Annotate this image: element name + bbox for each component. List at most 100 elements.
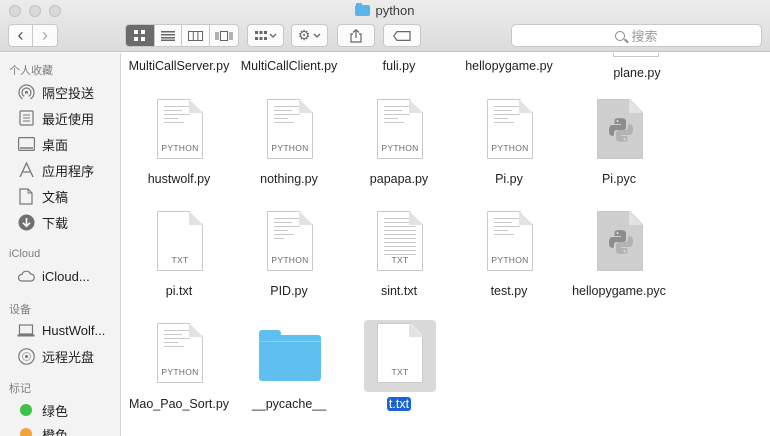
share-icon <box>350 28 362 43</box>
file-item[interactable]: PYTHON papapa.py <box>344 99 454 189</box>
sidebar-item-remote-disc[interactable]: 远程光盘 <box>17 345 94 367</box>
group-icon <box>254 30 276 40</box>
file-item[interactable]: PYTHON Pi.py <box>454 99 564 189</box>
sidebar-item-applications[interactable]: 应用程序 <box>17 159 94 181</box>
favorites-section-title: 个人收藏 <box>9 65 53 77</box>
share-button[interactable] <box>337 24 375 47</box>
sidebar-item-tag-orange[interactable]: 橙色 <box>17 423 68 436</box>
text-file-icon: TXT <box>157 211 203 271</box>
file-type-label: PYTHON <box>161 143 199 153</box>
sidebar-item-downloads[interactable]: 下载 <box>17 211 68 233</box>
python-file-icon: PYTHON <box>157 99 203 159</box>
sidebar-item-label: 应用程序 <box>42 163 95 179</box>
action-menu-button[interactable]: ⚙ <box>291 24 328 47</box>
grid-icon <box>134 30 146 41</box>
orange-tag-icon <box>17 425 35 436</box>
documents-icon <box>17 187 35 205</box>
file-name: plane.py <box>613 66 661 80</box>
file-item[interactable]: TXT pi.txt <box>124 211 234 301</box>
python-compiled-file-icon <box>597 99 643 159</box>
file-item[interactable]: MultiCallClient.py <box>234 53 344 73</box>
sidebar-item-icloud-drive[interactable]: iCloud... <box>17 265 90 287</box>
applications-icon <box>17 161 35 179</box>
icon-view-button[interactable] <box>126 25 155 46</box>
file-name: nothing.py <box>260 172 318 186</box>
sidebar-item-label: 隔空投送 <box>42 85 95 101</box>
airdrop-icon <box>17 83 35 101</box>
file-browser: MultiCallServer.py MultiCallClient.py fu… <box>122 53 770 436</box>
devices-section-title: 设备 <box>9 304 31 316</box>
file-item-selected[interactable]: TXT t.txt <box>344 320 454 413</box>
file-name: MultiCallClient.py <box>240 59 338 73</box>
sidebar-item-tag-green[interactable]: 绿色 <box>17 399 68 421</box>
window-toolbar: python ‹ › ⚙ 搜索 <box>0 0 770 52</box>
sidebar-item-label: 橙色 <box>42 427 69 436</box>
search-icon <box>615 30 626 41</box>
file-item[interactable]: PYTHON PID.py <box>234 211 344 301</box>
window-title: python <box>0 3 770 18</box>
file-name: Pi.py <box>495 172 523 186</box>
file-item[interactable]: PYTHON hustwolf.py <box>124 99 234 189</box>
group-by-button[interactable] <box>247 24 284 47</box>
file-name: hellopygame.py <box>465 59 553 73</box>
sidebar-item-label: 最近使用 <box>42 111 95 127</box>
python-file-icon: PYTHON <box>267 211 313 271</box>
list-view-button[interactable] <box>155 25 183 46</box>
folder-icon <box>355 3 371 16</box>
view-mode-control <box>125 24 239 47</box>
forward-button[interactable]: › <box>33 25 57 46</box>
file-type-label: PYTHON <box>491 255 529 265</box>
file-name: Mao_Pao_Sort.py <box>128 397 230 411</box>
python-file-icon: PYTHON <box>487 99 533 159</box>
window-title-text: python <box>375 3 415 18</box>
sidebar-item-label: HustWolf... <box>42 322 106 338</box>
back-forward-control: ‹ › <box>8 24 58 47</box>
gallery-icon <box>215 30 233 41</box>
folder-item[interactable]: __pycache__ <box>234 323 344 413</box>
file-item[interactable]: hellopygame.py <box>454 53 564 73</box>
file-type-label: PYTHON <box>491 143 529 153</box>
desktop-icon <box>17 135 35 153</box>
chevron-down-icon <box>313 33 321 38</box>
file-item[interactable]: PYTHON test.py <box>454 211 564 301</box>
file-name: Pi.pyc <box>601 172 637 186</box>
file-item[interactable]: PYTHON nothing.py <box>234 99 344 189</box>
file-item[interactable]: PYTHON Mao_Pao_Sort.py <box>124 323 234 413</box>
columns-icon <box>187 30 203 41</box>
file-name: pi.txt <box>165 284 193 298</box>
file-item[interactable]: MultiCallServer.py <box>124 53 234 73</box>
tag-icon <box>393 30 411 41</box>
file-item[interactable]: plane.py <box>582 53 692 81</box>
sidebar-item-label: 绿色 <box>42 403 69 419</box>
gallery-view-button[interactable] <box>210 25 238 46</box>
folder-name: __pycache__ <box>251 397 327 411</box>
file-name: hustwolf.py <box>147 172 211 186</box>
edit-tags-button[interactable] <box>383 24 421 47</box>
file-name: fuli.py <box>382 59 416 73</box>
file-name: papapa.py <box>369 172 429 186</box>
file-name: MultiCallServer.py <box>128 59 230 73</box>
list-icon <box>160 30 175 41</box>
green-tag-icon <box>17 401 35 419</box>
sidebar-item-documents[interactable]: 文稿 <box>17 185 68 207</box>
gear-icon: ⚙ <box>297 27 311 43</box>
sidebar-item-computer[interactable]: HustWolf... <box>17 319 105 341</box>
column-view-button[interactable] <box>182 25 210 46</box>
sidebar-item-recents[interactable]: 最近使用 <box>17 107 94 129</box>
file-item[interactable]: hellopygame.pyc <box>564 211 674 301</box>
search-field[interactable]: 搜索 <box>511 24 762 47</box>
sidebar-item-desktop[interactable]: 桌面 <box>17 133 68 155</box>
python-file-icon: PYTHON <box>377 99 423 159</box>
python-file-icon: PYTHON <box>267 99 313 159</box>
file-icon-bottom <box>613 53 659 57</box>
file-item[interactable]: fuli.py <box>344 53 454 73</box>
sidebar-item-label: 文稿 <box>42 189 69 205</box>
python-file-icon: PYTHON <box>157 323 203 383</box>
back-button[interactable]: ‹ <box>9 25 34 46</box>
search-placeholder: 搜索 <box>631 29 658 44</box>
file-item[interactable]: TXT sint.txt <box>344 211 454 301</box>
sidebar-item-airdrop[interactable]: 隔空投送 <box>17 81 94 103</box>
file-item[interactable]: Pi.pyc <box>564 99 674 189</box>
recents-icon <box>17 109 35 127</box>
text-file-icon: TXT <box>377 211 423 271</box>
